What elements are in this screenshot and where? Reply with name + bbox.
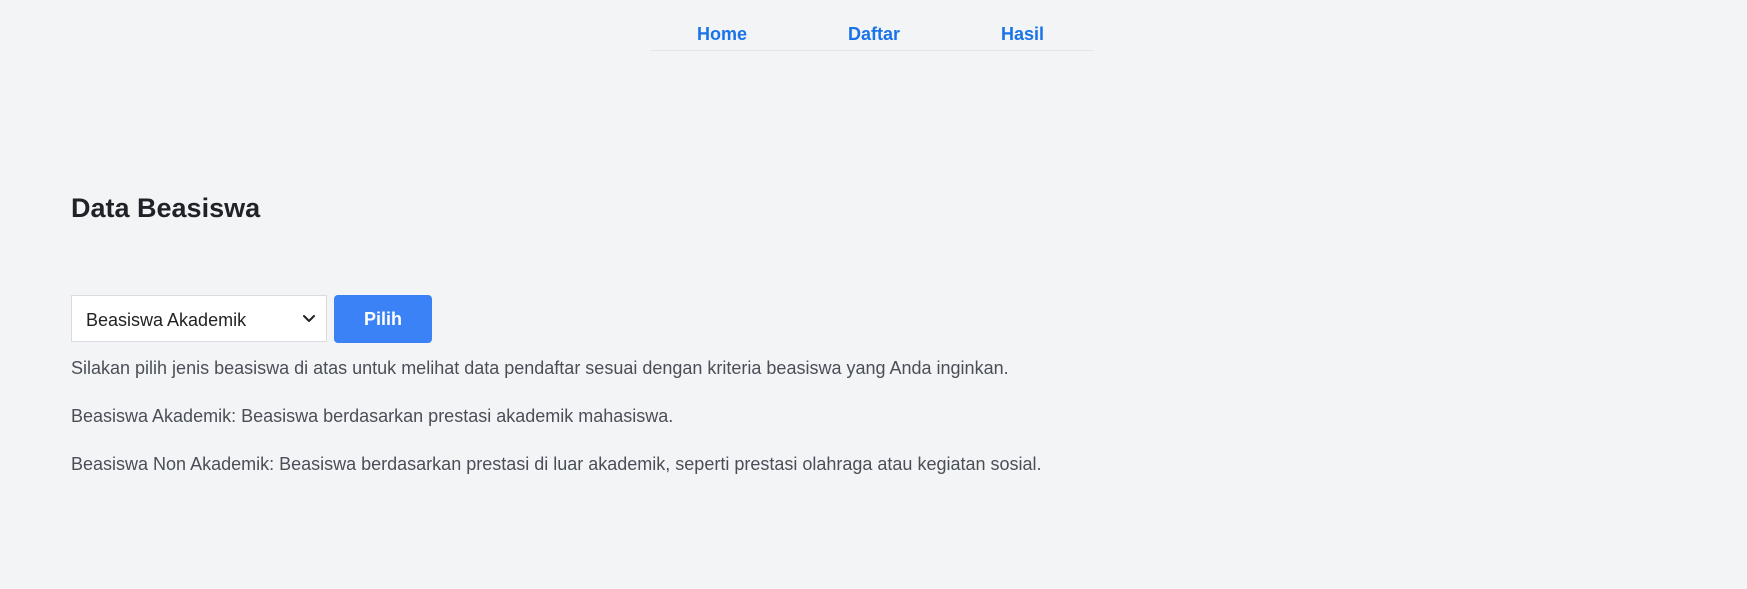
- nav-daftar-link[interactable]: Daftar: [848, 24, 900, 45]
- pilih-button[interactable]: Pilih: [334, 295, 432, 343]
- info-text-non-akademik: Beasiswa Non Akademik: Beasiswa berdasar…: [71, 454, 1042, 474]
- info-text-akademik: Beasiswa Akademik: Beasiswa berdasarkan …: [71, 406, 674, 426]
- info-text-instructions: Silakan pilih jenis beasiswa di atas unt…: [71, 358, 1009, 378]
- chevron-down-icon: [302, 311, 316, 325]
- scholarship-type-select[interactable]: Beasiswa Akademik: [71, 295, 327, 342]
- nav-hasil-link[interactable]: Hasil: [1001, 24, 1044, 45]
- top-nav: Home Daftar Hasil: [650, 18, 1094, 51]
- nav-home-link[interactable]: Home: [697, 24, 747, 45]
- page-title: Data Beasiswa: [71, 193, 261, 223]
- select-value: Beasiswa Akademik: [86, 310, 247, 330]
